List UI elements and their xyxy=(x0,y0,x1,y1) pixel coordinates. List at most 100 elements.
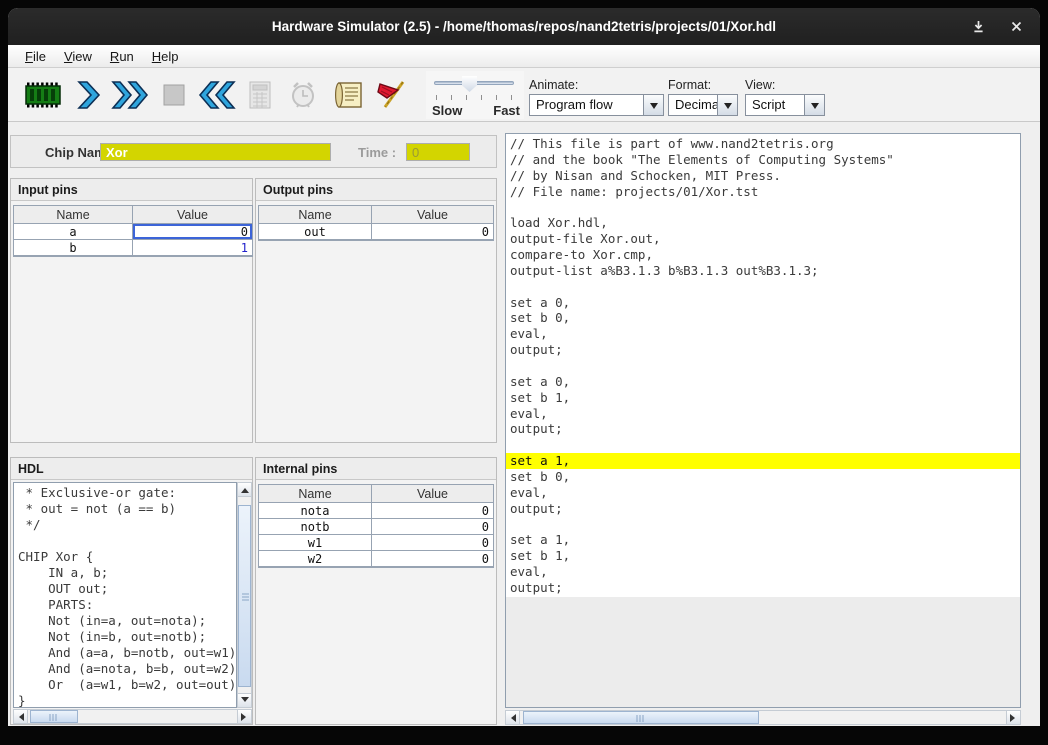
pin-value-cell[interactable]: 0 xyxy=(372,551,493,566)
content-area: Chip Name : Xor Time : 0 Input pins Name… xyxy=(8,122,1040,726)
view-select[interactable]: Script xyxy=(745,94,825,116)
code-line: output; xyxy=(506,342,1020,358)
code-line xyxy=(14,533,236,549)
scroll-left-icon[interactable] xyxy=(14,710,28,723)
code-line xyxy=(506,279,1020,295)
pin-row: notb0 xyxy=(259,519,493,535)
hdl-panel: HDL * Exclusive-or gate: * out = not (a … xyxy=(10,457,253,725)
chevron-down-icon[interactable] xyxy=(717,95,737,115)
pin-value-cell[interactable]: 1 xyxy=(133,240,252,255)
output-pins-title: Output pins xyxy=(256,179,496,201)
toolbar: Slow Fast Animate: Program flow Format: … xyxy=(8,68,1040,122)
script-horizontal-scrollbar[interactable] xyxy=(505,710,1021,725)
pin-row: out0 xyxy=(259,224,493,240)
internal-pins-table: Name Value nota0notb0w10w20 xyxy=(258,484,494,568)
code-line: * out = not (a == b) xyxy=(14,501,236,517)
chip-name-field[interactable]: Xor xyxy=(100,143,331,161)
code-line: // This file is part of www.nand2tetris.… xyxy=(506,136,1020,152)
pin-name-cell: w2 xyxy=(259,551,372,566)
stop-button[interactable] xyxy=(152,75,196,115)
animate-label: Animate: xyxy=(529,78,664,92)
code-line: eval, xyxy=(506,564,1020,580)
app-window: Hardware Simulator (2.5) - /home/thomas/… xyxy=(8,8,1040,726)
scrollbar-thumb[interactable] xyxy=(238,505,251,687)
code-line: * Exclusive-or gate: xyxy=(14,485,236,501)
menu-file[interactable]: File xyxy=(16,47,55,66)
code-line: // and the book "The Elements of Computi… xyxy=(506,152,1020,168)
scrollbar-track[interactable] xyxy=(28,710,237,723)
code-line: set a 1, xyxy=(506,453,1020,469)
internal-pins-title: Internal pins xyxy=(256,458,496,480)
menu-view[interactable]: View xyxy=(55,47,101,66)
scroll-left-icon[interactable] xyxy=(506,711,520,724)
animate-select[interactable]: Program flow xyxy=(529,94,664,116)
menu-help[interactable]: Help xyxy=(143,47,188,66)
pin-name-cell: notb xyxy=(259,519,372,534)
rewind-button[interactable] xyxy=(194,75,238,115)
value-column-header: Value xyxy=(133,206,252,223)
single-step-icon xyxy=(76,80,102,110)
single-step-button[interactable] xyxy=(67,75,111,115)
code-line: output; xyxy=(506,421,1020,437)
format-label: Format: xyxy=(668,78,738,92)
pin-value-cell[interactable]: 0 xyxy=(372,519,493,534)
breakpoint-flag-icon xyxy=(374,79,408,111)
scrollbar-thumb[interactable] xyxy=(30,710,78,723)
code-line: // File name: projects/01/Xor.tst xyxy=(506,184,1020,200)
download-icon[interactable] xyxy=(970,19,986,35)
close-icon[interactable] xyxy=(1008,19,1024,35)
speed-slider-thumb[interactable] xyxy=(462,76,477,92)
code-line: set a 1, xyxy=(506,532,1020,548)
scroll-right-icon[interactable] xyxy=(237,710,251,723)
chevron-down-icon[interactable] xyxy=(804,95,824,115)
chip-header-bar: Chip Name : Xor Time : 0 xyxy=(10,135,497,168)
slider-ticks xyxy=(436,95,512,100)
scroll-right-icon[interactable] xyxy=(1006,711,1020,724)
window-controls xyxy=(970,8,1024,45)
code-line: CHIP Xor { xyxy=(14,549,236,565)
menu-bar: File View Run Help xyxy=(8,45,1040,68)
scrollbar-track[interactable] xyxy=(520,711,1006,724)
scrollbar-thumb[interactable] xyxy=(523,711,759,724)
code-line: output; xyxy=(506,501,1020,517)
chevron-down-icon[interactable] xyxy=(643,95,663,115)
script-panel: // This file is part of www.nand2tetris.… xyxy=(505,133,1022,725)
code-line: Or (a=w1, b=w2, out=out); xyxy=(14,677,236,693)
internal-pins-panel: Internal pins Name Value nota0notb0w10w2… xyxy=(255,457,497,725)
format-group: Format: Decimal xyxy=(668,78,738,116)
hdl-vertical-scrollbar[interactable] xyxy=(237,482,252,708)
hdl-horizontal-scrollbar[interactable] xyxy=(13,709,252,724)
run-button[interactable] xyxy=(109,75,153,115)
pin-value-cell[interactable]: 0 xyxy=(133,224,252,239)
clock-icon xyxy=(288,80,318,110)
clock-button[interactable] xyxy=(281,75,325,115)
pin-value-cell[interactable]: 0 xyxy=(372,503,493,518)
load-chip-button[interactable] xyxy=(21,75,65,115)
script-code: // This file is part of www.nand2tetris.… xyxy=(506,134,1020,597)
view-value: Script xyxy=(746,95,804,115)
hdl-code: * Exclusive-or gate: * out = not (a == b… xyxy=(14,483,236,708)
calculator-icon xyxy=(247,80,273,110)
code-line: output-file Xor.out, xyxy=(506,231,1020,247)
name-column-header: Name xyxy=(259,206,372,223)
scrollbar-track[interactable] xyxy=(238,497,251,693)
pin-value-cell[interactable]: 0 xyxy=(372,224,493,239)
slow-label: Slow xyxy=(432,103,462,118)
view-script-button[interactable] xyxy=(327,75,371,115)
menu-run[interactable]: Run xyxy=(101,47,143,66)
format-select[interactable]: Decimal xyxy=(668,94,738,116)
code-line: And (a=nota, b=b, out=w2); xyxy=(14,661,236,677)
breakpoint-button[interactable] xyxy=(369,75,413,115)
code-line: output; xyxy=(506,580,1020,596)
scroll-up-icon[interactable] xyxy=(238,483,251,497)
pin-name-cell: b xyxy=(14,240,133,255)
code-line: eval, xyxy=(506,326,1020,342)
pin-value-cell[interactable]: 0 xyxy=(372,535,493,550)
input-pins-title: Input pins xyxy=(11,179,252,201)
scroll-down-icon[interactable] xyxy=(238,693,251,707)
code-line: OUT out; xyxy=(14,581,236,597)
stop-icon xyxy=(163,84,185,106)
pin-name-cell: out xyxy=(259,224,372,239)
code-line: // by Nisan and Schocken, MIT Press. xyxy=(506,168,1020,184)
calculator-button[interactable] xyxy=(238,75,282,115)
